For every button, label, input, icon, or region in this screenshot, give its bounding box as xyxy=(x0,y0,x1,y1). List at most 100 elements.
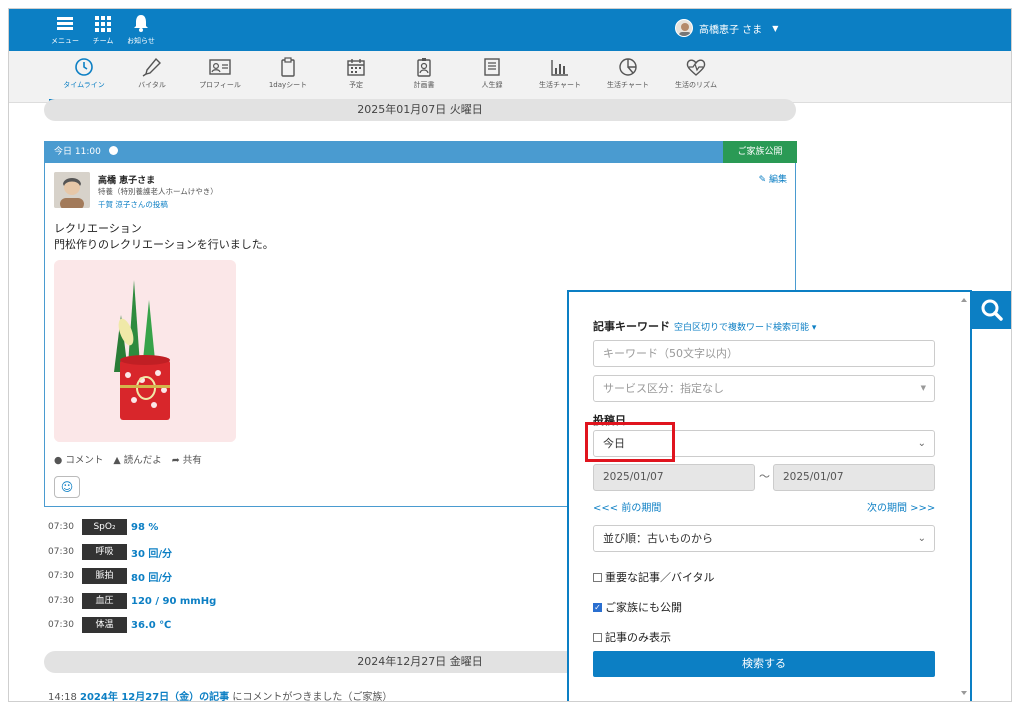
post-actions: ● コメント ▲ 読んだよ ➦ 共有 xyxy=(54,452,202,466)
tab-life-chart-pie[interactable]: 生活チャート xyxy=(593,55,663,101)
post-header: 今日 11:00 xyxy=(45,142,723,163)
keyword-hint-link[interactable]: 空白区切りで複数ワード検索可能 ▾ xyxy=(674,323,816,333)
search-icon xyxy=(981,299,1003,321)
vital-row[interactable]: 07:30 体温 36.0 ℃ xyxy=(48,617,171,633)
search-toggle-button[interactable] xyxy=(971,291,1011,329)
app-window: メニュー チーム お知らせ 高橋恵子 さま ▼ タイムライン バイタル プロフィ… xyxy=(8,8,1012,702)
notice-label: お知らせ xyxy=(127,37,155,45)
resident-avatar xyxy=(54,172,90,208)
chevron-down-icon: ⌄ xyxy=(917,438,926,449)
posted-by-link[interactable]: 千賀 涼子さんの投稿 xyxy=(98,199,168,210)
tab-label: プロフィール xyxy=(199,81,241,89)
tab-bar: タイムライン バイタル プロフィール 1dayシート 予定 計画書 人生録 生活… xyxy=(9,51,1011,103)
date-to-input[interactable]: 2025/01/07 xyxy=(773,464,935,491)
badge-icon xyxy=(417,58,431,77)
user-menu[interactable]: 高橋恵子 さま ▼ xyxy=(675,19,778,37)
edit-icon: ✎ xyxy=(758,175,767,185)
vital-value: 30 回/分 xyxy=(131,548,173,560)
vital-value: 98 % xyxy=(131,521,159,533)
notice-button[interactable]: お知らせ xyxy=(121,13,161,49)
prev-period-link[interactable]: <<< 前の期間 xyxy=(593,499,661,514)
checkbox-box xyxy=(593,572,602,582)
tab-life-record[interactable]: 人生録 xyxy=(457,55,527,101)
clipboard-icon xyxy=(281,57,295,77)
comment-action[interactable]: ● コメント xyxy=(54,452,103,466)
team-button[interactable]: チーム xyxy=(83,13,123,49)
vital-name: SpO₂ xyxy=(82,519,127,535)
bell-icon xyxy=(121,13,161,37)
tab-schedule[interactable]: 予定 xyxy=(321,55,391,101)
sort-select[interactable]: 並び順：古いものから ⌄ xyxy=(593,525,935,552)
vital-name: 体温 xyxy=(82,617,127,633)
vital-name: 血圧 xyxy=(82,593,127,609)
vital-name: 脈拍 xyxy=(82,568,127,584)
post-title: レクリエーション xyxy=(54,222,142,235)
comment-notice: 14:18 2024年 12月27日（金）の記事 にコメントがつきました（ご家族… xyxy=(48,688,392,701)
clock-icon xyxy=(108,146,118,155)
menu-button[interactable]: メニュー xyxy=(45,13,85,49)
notebook-icon xyxy=(484,58,500,76)
tab-label: 計画書 xyxy=(413,81,435,89)
important-checkbox[interactable]: 重要な記事／バイタル xyxy=(593,569,715,585)
tab-label: タイムライン xyxy=(63,81,105,89)
caret-down-icon: ▼ xyxy=(772,23,779,33)
menu-label: メニュー xyxy=(51,37,79,45)
hamburger-icon xyxy=(45,13,85,37)
scrollbar[interactable] xyxy=(960,294,968,699)
user-name: 高橋恵子 さま xyxy=(699,24,763,36)
edit-link[interactable]: ✎ 編集 xyxy=(759,172,787,185)
post-photo[interactable] xyxy=(54,260,236,442)
tab-label: 人生録 xyxy=(481,81,503,89)
tab-timeline[interactable]: タイムライン xyxy=(49,55,119,101)
service-select[interactable]: サービス区分：指定なし ▼ xyxy=(593,375,935,402)
reaction-button[interactable]: ☺ xyxy=(54,476,80,498)
family-public-badge: ご家族公開 xyxy=(723,141,797,163)
tab-profile[interactable]: プロフィール xyxy=(185,55,255,101)
tab-label: バイタル xyxy=(138,81,166,89)
next-period-link[interactable]: 次の期間 >>> xyxy=(867,499,935,514)
vital-value: 120 / 90 mmHg xyxy=(131,595,217,607)
thermometer-icon xyxy=(142,57,161,77)
vital-row[interactable]: 07:30 SpO₂ 98 % xyxy=(48,519,158,535)
edit-label: 編集 xyxy=(768,175,787,185)
vital-name: 呼吸 xyxy=(82,544,127,560)
tab-label: 1dayシート xyxy=(268,81,308,89)
vital-value: 36.0 ℃ xyxy=(131,619,172,631)
notice-article-link[interactable]: 2024年 12月27日（金）の記事 xyxy=(80,692,229,701)
post-time: 今日 11:00 xyxy=(54,147,101,157)
highlight-box xyxy=(585,422,675,462)
id-card-icon xyxy=(209,59,231,75)
keyword-input[interactable]: キーワード（50文字以内） xyxy=(593,340,935,367)
vital-row[interactable]: 07:30 血圧 120 / 90 mmHg xyxy=(48,593,216,609)
read-action[interactable]: ▲ 読んだよ xyxy=(113,452,161,466)
bar-chart-icon xyxy=(551,60,568,76)
comment-icon: ● xyxy=(54,455,63,466)
vital-row[interactable]: 07:30 呼吸 30 回/分 xyxy=(48,544,172,560)
share-action[interactable]: ➦ 共有 xyxy=(172,452,202,466)
tab-label: 予定 xyxy=(349,81,363,89)
posts-only-checkbox[interactable]: 記事のみ表示 xyxy=(593,629,671,645)
vital-row[interactable]: 07:30 脈拍 80 回/分 xyxy=(48,568,172,584)
tab-1day-sheet[interactable]: 1dayシート xyxy=(253,55,323,101)
family-public-checkbox[interactable]: ✓ ご家族にも公開 xyxy=(593,599,682,615)
date-separator: 2025年01月07日 火曜日 xyxy=(44,99,796,121)
tab-label: 生活チャート xyxy=(539,81,581,89)
tab-vital[interactable]: バイタル xyxy=(117,55,187,101)
checkbox-box xyxy=(593,632,602,642)
share-icon: ➦ xyxy=(171,455,180,466)
checkbox-box: ✓ xyxy=(593,602,602,612)
tab-life-rhythm[interactable]: 生活のリズム xyxy=(661,55,731,101)
tab-plan[interactable]: 計画書 xyxy=(389,55,459,101)
search-submit-button[interactable]: 検索する xyxy=(593,651,935,677)
pie-chart-icon xyxy=(619,58,637,76)
range-separator: 〜 xyxy=(759,470,770,483)
thumbs-up-icon: ▲ xyxy=(113,455,121,466)
keyword-label: 記事キーワード 空白区切りで複数ワード検索可能 ▾ xyxy=(593,320,817,333)
date-from-input[interactable]: 2025/01/07 xyxy=(593,464,755,491)
tab-life-chart-bar[interactable]: 生活チャート xyxy=(525,55,595,101)
team-label: チーム xyxy=(92,37,114,45)
chevron-down-icon: ⌄ xyxy=(917,533,926,544)
facility-name: 特養（特別養護老人ホームけやき） xyxy=(98,187,218,196)
clock-icon xyxy=(75,58,93,76)
vital-value: 80 回/分 xyxy=(131,572,173,584)
